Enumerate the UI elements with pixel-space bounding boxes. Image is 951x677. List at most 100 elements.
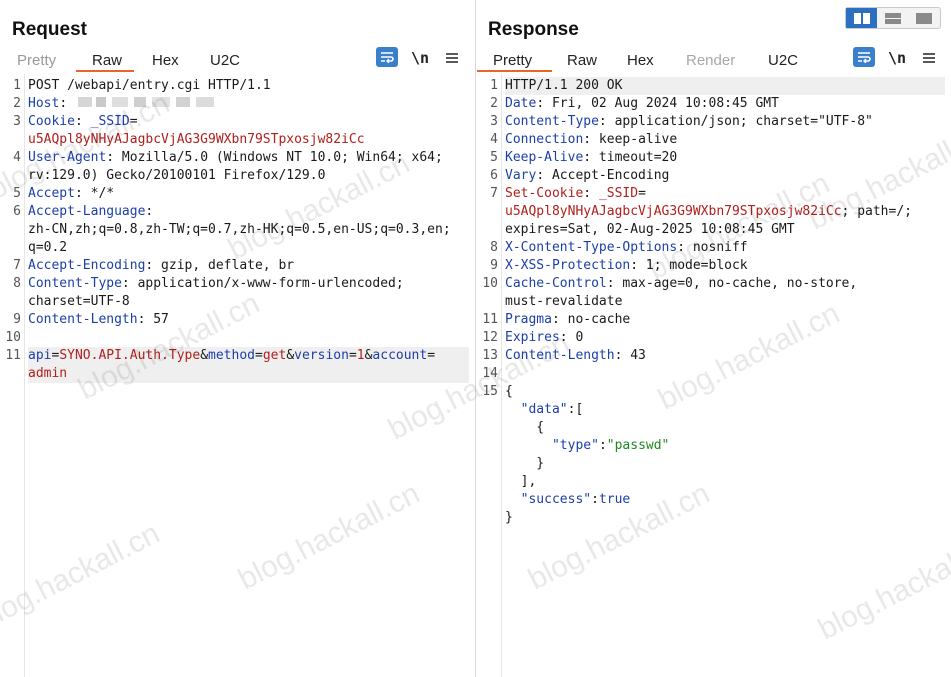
single-pane-icon[interactable] (909, 8, 940, 28)
code-line[interactable]: 1 HTTP/1.1 200 OK (477, 77, 951, 95)
code-line[interactable]: rv:129.0) Gecko/20100101 Firefox/129.0 (0, 167, 475, 185)
code-token: : application/json; charset="UTF-8" (598, 114, 873, 129)
request-editor[interactable]: 1 POST /webapi/entry.cgi HTTP/1.1 2 Host: 3… (0, 74, 475, 677)
code-line[interactable]: 9 X-XSS-Protection: 1; mode=block (477, 257, 951, 275)
code-line[interactable]: admin (0, 365, 475, 383)
show-newlines-icon[interactable]: \n (887, 47, 907, 69)
code-line[interactable]: "success":true (477, 491, 951, 509)
code-line[interactable]: 3 Cookie: _SSID= (0, 113, 475, 131)
code-token: Content-Length (28, 312, 138, 327)
code-line[interactable]: 2 Date: Fri, 02 Aug 2024 10:08:45 GMT (477, 95, 951, 113)
code-line[interactable]: 3 Content-Type: application/json; charset… (477, 113, 951, 131)
code-token: = (129, 114, 138, 129)
code-line[interactable]: 12 Expires: 0 (477, 329, 951, 347)
tab-pretty[interactable]: Pretty (493, 52, 532, 69)
code-line[interactable]: 2 Host: (0, 95, 475, 113)
line-number: 15 (482, 384, 498, 399)
code-line[interactable]: 8 X-Content-Type-Options: nosniff (477, 239, 951, 257)
tab-render[interactable]: Render (686, 52, 735, 69)
active-tab-indicator (477, 70, 552, 72)
code-token: : application/x-www-form-urlencoded; (121, 276, 404, 291)
code-line[interactable]: u5AQpl8yNHyAJagbcVjAG3G9WXbn79STpxosjw82… (0, 131, 475, 149)
code-line[interactable]: must-revalidate (477, 293, 951, 311)
code-token: : */* (74, 186, 115, 201)
code-token: admin (28, 366, 68, 381)
code-token: Pragma (505, 312, 552, 327)
code-line[interactable]: zh-CN,zh;q=0.8,zh-TW;q=0.7,zh-HK;q=0.5,e… (0, 221, 475, 239)
code-line[interactable]: expires=Sat, 02-Aug-2025 10:08:45 GMT (477, 221, 951, 239)
response-editor[interactable]: 1 HTTP/1.1 200 OK 2 Date: Fri, 02 Aug 2024 … (477, 74, 951, 677)
code-line[interactable]: 13 Content-Length: 43 (477, 347, 951, 365)
code-line[interactable]: 4 Connection: keep-alive (477, 131, 951, 149)
code-line[interactable]: charset=UTF-8 (0, 293, 475, 311)
line-content: X-XSS-Protection: 1; mode=block (505, 257, 945, 275)
code-line[interactable]: 6 Vary: Accept-Encoding (477, 167, 951, 185)
tab-raw[interactable]: Raw (92, 52, 122, 69)
code-token: api (28, 348, 52, 363)
code-line[interactable]: { (477, 419, 951, 437)
code-line[interactable]: 11 Pragma: no-cache (477, 311, 951, 329)
wrap-lines-icon[interactable] (376, 47, 398, 67)
tab-hex[interactable]: Hex (627, 52, 654, 69)
tab-u2c[interactable]: U2C (768, 52, 798, 69)
code-line[interactable]: 6 Accept-Language: (0, 203, 475, 221)
code-line[interactable]: 14 (477, 365, 951, 383)
code-line[interactable]: } (477, 455, 951, 473)
line-content: zh-CN,zh;q=0.8,zh-TW;q=0.7,zh-HK;q=0.5,e… (28, 221, 469, 239)
line-number: 9 (13, 312, 21, 327)
code-token: = (255, 348, 263, 363)
code-token: Content-Type (28, 276, 122, 291)
code-line[interactable]: 10 Cache-Control: max-age=0, no-cache, no… (477, 275, 951, 293)
line-number: 2 (490, 96, 498, 111)
code-token: : Accept-Encoding (536, 168, 670, 183)
code-token: SYNO.API.Auth.Type (59, 348, 201, 363)
code-token: expires=Sat, 02-Aug-2025 10:08:45 GMT (505, 222, 795, 237)
response-panel: Response Pretty Raw Hex Render U2C \n 1H… (477, 0, 951, 677)
line-number: 7 (13, 258, 21, 273)
show-newlines-icon[interactable]: \n (410, 47, 430, 69)
split-horizontal-icon[interactable] (877, 8, 908, 28)
active-tab-indicator (76, 70, 134, 72)
code-line[interactable]: 8 Content-Type: application/x-www-form-ur… (0, 275, 475, 293)
menu-icon[interactable] (444, 47, 460, 69)
code-line[interactable]: 5 Keep-Alive: timeout=20 (477, 149, 951, 167)
code-line[interactable]: 5 Accept: */* (0, 185, 475, 203)
tab-pretty[interactable]: Pretty (17, 52, 56, 69)
code-token: Accept (28, 186, 75, 201)
code-line[interactable]: "type":"passwd" (477, 437, 951, 455)
code-line[interactable]: 1 POST /webapi/entry.cgi HTTP/1.1 (0, 77, 475, 95)
code-line[interactable]: 15 { (477, 383, 951, 401)
code-line[interactable]: } (477, 509, 951, 527)
line-number: 13 (482, 348, 498, 363)
code-line[interactable]: 4 User-Agent: Mozilla/5.0 (Windows NT 10.… (0, 149, 475, 167)
tab-hex[interactable]: Hex (152, 52, 179, 69)
line-number: 4 (13, 150, 21, 165)
line-content: Vary: Accept-Encoding (505, 167, 945, 185)
code-line[interactable]: 9 Content-Length: 57 (0, 311, 475, 329)
menu-icon[interactable] (921, 47, 937, 69)
line-content: u5AQpl8yNHyAJagbcVjAG3G9WXbn79STpxosjw82… (28, 131, 469, 149)
code-line[interactable]: u5AQpl8yNHyAJagbcVjAG3G9WXbn79STpxosjw82… (477, 203, 951, 221)
code-token: method (208, 348, 255, 363)
line-number: 4 (490, 132, 498, 147)
line-number: 8 (13, 276, 21, 291)
code-line[interactable]: 11 api=SYNO.API.Auth.Type&method=get&vers… (0, 347, 475, 365)
code-token: u5AQpl8yNHyAJagbcVjAG3G9WXbn79STpxosjw82… (28, 132, 365, 147)
code-line[interactable]: q=0.2 (0, 239, 475, 257)
split-vertical-icon[interactable] (846, 8, 878, 28)
code-token: ; path=/; (841, 204, 912, 219)
tab-raw[interactable]: Raw (567, 52, 597, 69)
tab-u2c[interactable]: U2C (210, 52, 240, 69)
code-line[interactable]: 7 Set-Cookie: _SSID= (477, 185, 951, 203)
wrap-lines-icon[interactable] (853, 47, 875, 67)
line-content: Cookie: _SSID= (28, 113, 469, 131)
code-line[interactable]: 10 (0, 329, 475, 347)
code-token: Content-Type (505, 114, 599, 129)
line-number: 1 (490, 78, 498, 93)
code-line[interactable]: ], (477, 473, 951, 491)
line-content: ], (505, 473, 945, 491)
code-line[interactable]: 7 Accept-Encoding: gzip, deflate, br (0, 257, 475, 275)
code-line[interactable]: "data":[ (477, 401, 951, 419)
line-content: User-Agent: Mozilla/5.0 (Windows NT 10.0… (28, 149, 469, 167)
code-token: : (583, 186, 599, 201)
